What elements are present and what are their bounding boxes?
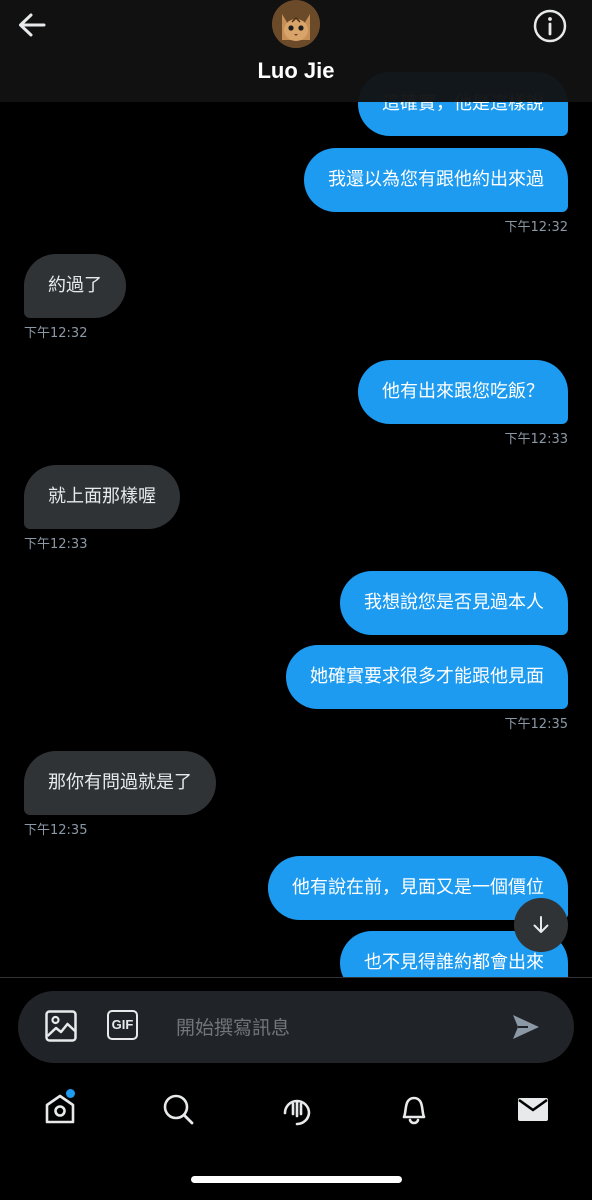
message-timestamp: 下午12:33 — [504, 432, 568, 447]
bell-icon — [402, 1096, 426, 1125]
message-input[interactable] — [174, 1005, 498, 1051]
spaces-icon — [283, 1099, 311, 1126]
tab-notifications[interactable] — [396, 1091, 432, 1127]
message-timestamp: 下午12:32 — [24, 326, 88, 341]
tab-search[interactable] — [160, 1091, 196, 1127]
send-button[interactable] — [510, 1011, 542, 1043]
avatar[interactable] — [272, 0, 320, 48]
image-icon — [45, 1010, 77, 1042]
message-timestamp: 下午12:35 — [24, 823, 88, 838]
message-timestamp: 下午12:33 — [24, 537, 88, 552]
info-circle-icon — [533, 9, 567, 43]
back-button[interactable] — [14, 8, 50, 44]
send-icon — [513, 1015, 539, 1039]
conversation-thread: 這確實，他是這樣說 我還以為您有跟他約出來過 下午12:32 約過了 下午12:… — [0, 0, 592, 978]
arrow-down-icon — [533, 916, 549, 933]
add-image-button[interactable] — [44, 1009, 78, 1043]
tab-spaces[interactable] — [279, 1091, 315, 1127]
home-indicator — [191, 1176, 402, 1183]
message-bubble-outgoing[interactable]: 她確實要求很多才能跟他見面 — [286, 645, 568, 709]
conversation-header: Luo Jie — [0, 0, 592, 102]
contact-name[interactable]: Luo Jie — [0, 58, 592, 84]
message-bubble-incoming[interactable]: 就上面那樣喔 — [24, 465, 180, 529]
message-bubble-incoming[interactable]: 約過了 — [24, 254, 126, 318]
message-bubble-outgoing[interactable]: 我想說您是否見過本人 — [340, 571, 568, 635]
bottom-tab-bar — [0, 1085, 592, 1137]
scroll-to-bottom-button[interactable] — [514, 898, 568, 952]
composer-divider — [0, 977, 592, 978]
message-bubble-outgoing[interactable]: 我還以為您有跟他約出來過 — [304, 148, 568, 212]
search-icon — [163, 1094, 194, 1125]
tab-messages[interactable] — [515, 1091, 551, 1127]
gif-button[interactable]: GIF — [107, 1010, 138, 1040]
message-bubble-outgoing[interactable]: 他有出來跟您吃飯？ — [358, 360, 568, 424]
message-timestamp: 下午12:35 — [504, 717, 568, 732]
cat-avatar-icon — [272, 0, 320, 48]
info-button[interactable] — [532, 8, 568, 44]
message-timestamp: 下午12:32 — [504, 220, 568, 235]
arrow-left-icon — [19, 13, 46, 37]
message-bubble-incoming[interactable]: 那你有問過就是了 — [24, 751, 216, 815]
home-notification-badge — [66, 1089, 75, 1098]
mail-icon — [518, 1098, 548, 1121]
message-composer: GIF — [18, 991, 574, 1063]
